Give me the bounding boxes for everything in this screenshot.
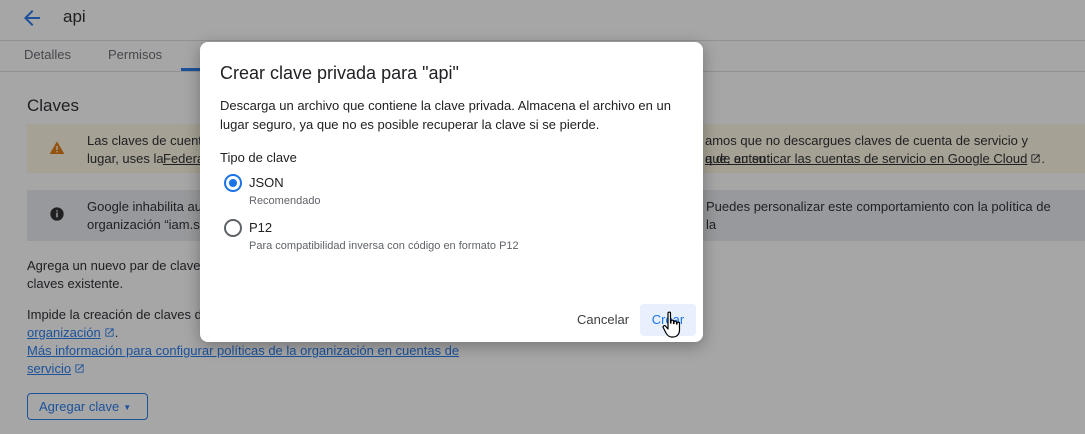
- create-private-key-dialog: Crear clave privada para "api" Descarga …: [200, 42, 703, 342]
- key-type-label: Tipo de clave: [220, 150, 297, 165]
- p12-radio[interactable]: [224, 219, 242, 237]
- p12-label: P12: [249, 220, 273, 235]
- cancel-button[interactable]: Cancelar: [577, 312, 629, 327]
- json-label: JSON: [249, 175, 284, 190]
- json-radio[interactable]: [224, 174, 242, 192]
- json-sublabel: Recomendado: [249, 195, 321, 207]
- dialog-description: Descarga un archivo que contiene la clav…: [220, 98, 671, 132]
- hand-pointer-cursor-icon: [662, 311, 681, 338]
- p12-sublabel: Para compatibilidad inversa con código e…: [249, 240, 519, 252]
- dialog-title: Crear clave privada para "api": [220, 63, 459, 83]
